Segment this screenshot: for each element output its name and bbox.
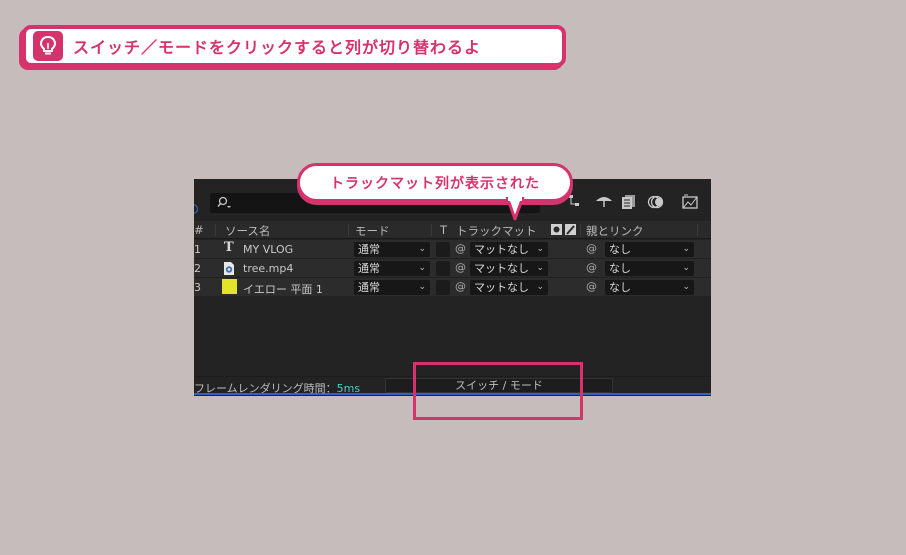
column-track-matte[interactable]: トラックマット	[456, 223, 537, 239]
layer-name[interactable]: MY VLOG	[243, 243, 293, 256]
video-file-icon	[223, 261, 235, 279]
column-number: #	[194, 223, 204, 237]
chevron-down-icon: ⌄	[536, 282, 544, 292]
render-time-label: フレームレンダリング時間：5ms	[194, 382, 361, 395]
flowchart-icon[interactable]	[568, 194, 580, 211]
callout-tail	[505, 197, 525, 221]
column-mode[interactable]: モード	[355, 223, 390, 239]
layer-number: 2	[194, 262, 201, 275]
parent-pickwhip-icon[interactable]: @	[586, 242, 597, 255]
layer-row[interactable]: 1 T MY VLOG 通常 ⌄ @ マットなし ⌄ @ なし ⌄	[194, 240, 711, 259]
chevron-down-icon: ⌄	[418, 282, 426, 292]
parent-dropdown[interactable]: なし ⌄	[605, 280, 694, 295]
parent-pickwhip-icon[interactable]: @	[586, 261, 597, 274]
preserve-transparency-checkbox[interactable]	[436, 242, 450, 257]
callout-text: トラックマット列が表示された	[330, 175, 540, 192]
tip-text: スイッチ／モードをクリックすると列が切り替わるよ	[73, 38, 482, 57]
chevron-down-icon: ⌄	[536, 263, 544, 273]
highlight-box	[413, 362, 583, 420]
chevron-down-icon: ⌄	[536, 244, 544, 254]
tip-banner: スイッチ／モードをクリックすると列が切り替わるよ	[22, 25, 566, 67]
frame-blending-icon[interactable]	[621, 194, 637, 213]
panel-edge-ring-icon	[194, 204, 198, 214]
layer-name[interactable]: イエロー 平面 1	[243, 281, 323, 297]
motion-blur-icon[interactable]	[647, 194, 665, 213]
mode-dropdown[interactable]: 通常 ⌄	[354, 261, 430, 276]
solid-layer-icon	[222, 279, 237, 294]
layer-number: 1	[194, 243, 201, 256]
matte-pickwhip-icon[interactable]: @	[455, 242, 466, 255]
preserve-transparency-checkbox[interactable]	[436, 261, 450, 276]
parent-dropdown[interactable]: なし ⌄	[605, 261, 694, 276]
parent-dropdown[interactable]: なし ⌄	[605, 242, 694, 257]
chevron-down-icon: ⌄	[682, 263, 690, 273]
layer-row[interactable]: 3 イエロー 平面 1 通常 ⌄ @ マットなし ⌄ @ なし ⌄	[194, 278, 711, 297]
chevron-down-icon: ⌄	[418, 263, 426, 273]
callout-bubble: トラックマット列が表示された	[297, 163, 573, 202]
preserve-transparency-checkbox[interactable]	[436, 280, 450, 295]
chevron-down-icon: ⌄	[682, 282, 690, 292]
mode-dropdown[interactable]: 通常 ⌄	[354, 280, 430, 295]
column-source-name[interactable]: ソース名	[225, 223, 270, 239]
lightbulb-icon	[33, 31, 63, 61]
track-matte-dropdown[interactable]: マットなし ⌄	[470, 242, 548, 257]
render-time-value: 5ms	[336, 382, 361, 395]
draft-3d-icon[interactable]	[595, 194, 613, 211]
chevron-down-icon: ⌄	[682, 244, 690, 254]
mode-dropdown[interactable]: 通常 ⌄	[354, 242, 430, 257]
layer-number: 3	[194, 281, 201, 294]
graph-editor-icon[interactable]	[681, 194, 699, 213]
matte-pickwhip-icon[interactable]: @	[455, 261, 466, 274]
matte-pickwhip-icon[interactable]: @	[455, 280, 466, 293]
column-header: # ソース名 モード T トラックマット 親とリンク	[194, 221, 711, 239]
search-icon	[216, 196, 232, 213]
column-t[interactable]: T	[440, 223, 447, 237]
text-layer-icon: T	[224, 240, 234, 255]
column-parent-link[interactable]: 親とリンク	[586, 223, 644, 239]
track-matte-dropdown[interactable]: マットなし ⌄	[470, 280, 548, 295]
parent-pickwhip-icon[interactable]: @	[586, 280, 597, 293]
track-matte-dropdown[interactable]: マットなし ⌄	[470, 261, 548, 276]
layer-name[interactable]: tree.mp4	[243, 262, 293, 275]
chevron-down-icon: ⌄	[418, 244, 426, 254]
matte-toggle-icons	[550, 223, 578, 240]
layer-row[interactable]: 2 tree.mp4 通常 ⌄ @ マットなし ⌄ @ なし ⌄	[194, 259, 711, 278]
